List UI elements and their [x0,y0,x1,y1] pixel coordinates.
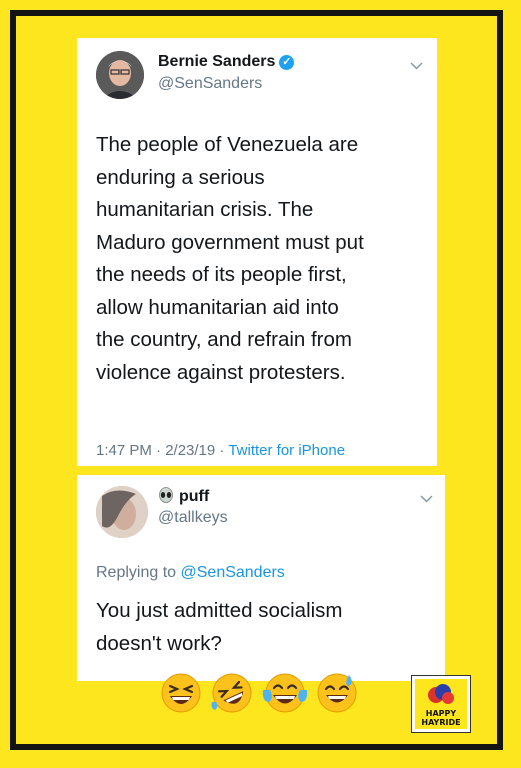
tweet-text-line: humanitarian crisis. The [96,198,314,221]
tweet-text-line: the needs of its people first, [96,263,347,286]
avatar[interactable] [96,486,148,538]
reply-card[interactable]: puff @tallkeys Replying to @SenSanders Y… [77,475,445,681]
reply-text-line: doesn't work? [96,631,222,655]
sweat-smile-icon [317,673,357,713]
chevron-down-icon[interactable] [420,495,433,503]
bernie-avatar-photo [96,51,144,99]
author-handle[interactable]: @SenSanders [158,75,262,93]
timestamp[interactable]: 1:47 PM · 2/23/19 · [96,442,228,459]
alien-icon [158,487,174,508]
logo-background: HAPPY HAYRIDE [415,679,467,729]
puff-avatar-photo [96,486,148,538]
verified-check-icon: ✓ [279,55,295,70]
source-link[interactable]: Twitter for iPhone [228,442,345,459]
tweet-card[interactable]: Bernie Sanders ✓ @SenSanders The people o… [77,38,437,466]
tweet-meta: 1:47 PM · 2/23/19 · Twitter for iPhone [96,442,345,459]
tweet-text-line: allow humanitarian aid into [96,295,339,319]
tweet-text-line: Maduro government must put [96,230,364,254]
chevron-down-icon[interactable] [410,62,423,70]
reply-author-handle[interactable]: @tallkeys [158,509,228,527]
tweet-text: The people of Venezuela are enduring a s… [96,129,426,389]
tweet-text-line: violence against protesters. [96,360,346,384]
reply-text: You just admitted socialism doesn't work… [96,595,426,660]
author-name-text[interactable]: Bernie Sanders [158,53,275,70]
rolling-laugh-icon [211,673,252,713]
avatar[interactable] [96,51,144,99]
author-name[interactable]: Bernie Sanders ✓ [158,53,295,71]
reply-author-name-text[interactable]: puff [179,488,209,505]
tears-of-joy-icon [262,673,308,713]
reply-author-name[interactable]: puff [158,487,209,508]
logo-dots-icon [428,684,454,704]
logo-text-happy: HAPPY [425,709,457,718]
logo-text-hayride: HAYRIDE [421,718,461,727]
replying-to-mention[interactable]: @SenSanders [181,564,285,581]
replying-to-label: Replying to [96,564,181,581]
tweet-text-line: the country, and refrain from [96,328,352,351]
replying-to: Replying to @SenSanders [96,564,285,582]
happy-hayride-logo: HAPPY HAYRIDE [411,675,471,733]
tweet-text-line: The people of Venezuela are [96,133,359,156]
tweet-text-line: enduring a serious [96,165,265,189]
reply-text-line: You just admitted socialism [96,599,343,622]
squinting-laugh-icon [161,673,201,713]
